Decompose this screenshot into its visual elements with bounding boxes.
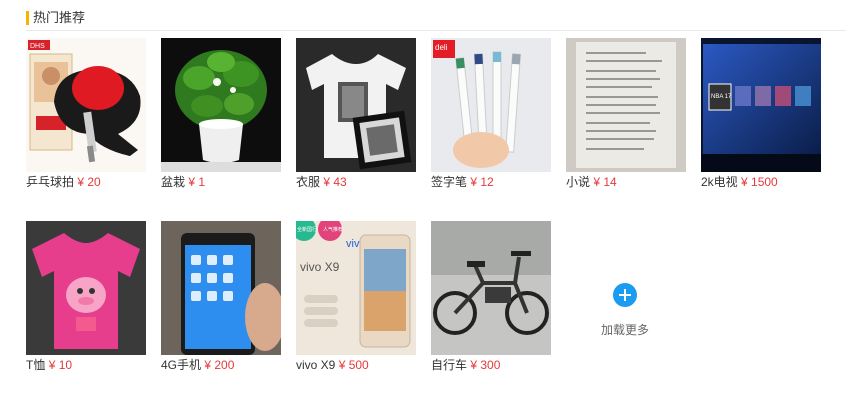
ping-pong-paddle-image[interactable]: DHS	[26, 38, 146, 172]
product-price: ¥ 12	[470, 175, 494, 189]
section-title: 热门推荐	[33, 10, 86, 25]
pens-image[interactable]: deli	[431, 38, 551, 172]
product-card[interactable]: 4G手机 ¥ 200	[161, 221, 281, 373]
product-name[interactable]: 自行车	[431, 358, 467, 372]
smartphone-image[interactable]	[161, 221, 281, 355]
product-price: ¥ 1500	[741, 175, 778, 189]
plus-circle-icon[interactable]	[613, 283, 637, 307]
product-card[interactable]: DHS 乒乓球拍 ¥ 20	[26, 38, 146, 190]
nba-tile-text: NBA 17	[711, 94, 732, 100]
product-name[interactable]: T恤	[26, 358, 45, 372]
section-header: 热门推荐	[26, 8, 846, 31]
deli-logo-text: deli	[435, 43, 448, 52]
vivo-phone-ad-image[interactable]: 全新国行 人气推荐 vivo vivo X9	[296, 221, 416, 355]
product-card[interactable]: 小说 ¥ 14	[566, 38, 686, 190]
product-card[interactable]: 全新国行 人气推荐 vivo vivo X9 vivo X9 ¥ 500	[296, 221, 416, 373]
product-card[interactable]: 盆栽 ¥ 1	[161, 38, 281, 190]
product-name[interactable]: 衣服	[296, 175, 320, 189]
vivo-badge-left: 全新国行	[297, 226, 317, 233]
product-card[interactable]: T恤 ¥ 10	[26, 221, 146, 373]
product-card[interactable]: 自行车 ¥ 300	[431, 221, 551, 373]
product-name[interactable]: 4G手机	[161, 358, 201, 372]
paper-document-image[interactable]	[566, 38, 686, 172]
tshirt-image[interactable]	[296, 38, 416, 172]
section-accent-bar	[26, 11, 29, 25]
product-price: ¥ 43	[323, 175, 347, 189]
pink-tshirt-image[interactable]	[26, 221, 146, 355]
product-name[interactable]: 盆栽	[161, 175, 185, 189]
product-card[interactable]: NBA 17 2k电视 ¥ 1500	[701, 38, 821, 190]
electric-bike-image[interactable]	[431, 221, 551, 355]
product-name[interactable]: 2k电视	[701, 175, 738, 189]
load-more-label[interactable]: 加载更多	[565, 321, 685, 338]
product-name[interactable]: 签字笔	[431, 175, 467, 189]
product-name[interactable]: 乒乓球拍	[26, 175, 74, 189]
product-price: ¥ 1	[188, 175, 206, 189]
potted-plant-image[interactable]	[161, 38, 281, 172]
product-price: ¥ 500	[338, 358, 369, 372]
product-price: ¥ 10	[48, 358, 73, 372]
product-price: ¥ 200	[204, 358, 235, 372]
product-name[interactable]: 小说	[566, 175, 590, 189]
product-name[interactable]: vivo X9	[296, 358, 335, 372]
vivo-model-text: vivo X9	[300, 260, 340, 274]
product-card[interactable]: 衣服 ¥ 43	[296, 38, 416, 190]
tv-screen-image[interactable]: NBA 17	[701, 38, 821, 172]
product-price: ¥ 14	[593, 175, 617, 189]
vivo-badge-right: 人气推荐	[323, 226, 343, 233]
load-more-button[interactable]: 加载更多	[565, 283, 685, 338]
dhs-logo-text: DHS	[30, 43, 45, 50]
product-price: ¥ 300	[470, 358, 501, 372]
product-price: ¥ 20	[77, 175, 101, 189]
product-card[interactable]: deli 签字笔 ¥ 12	[431, 38, 551, 190]
